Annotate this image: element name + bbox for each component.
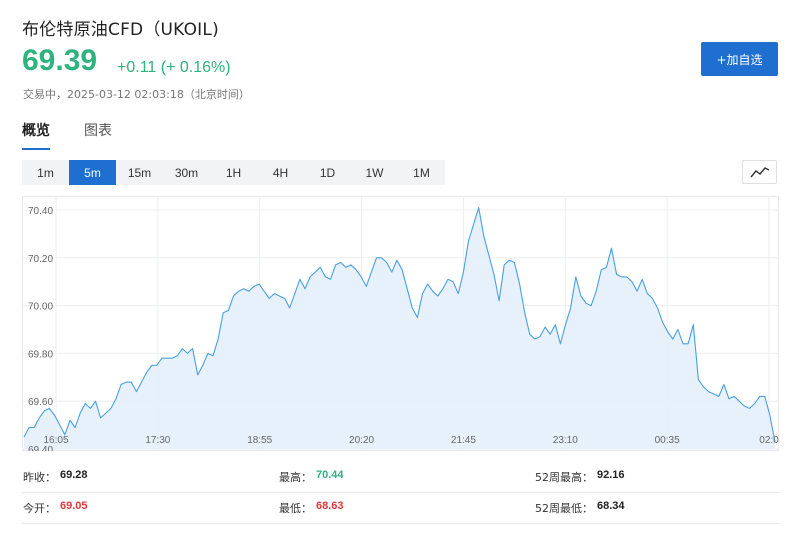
period-30m[interactable]: 30m: [163, 160, 210, 185]
stat-value: 68.34: [597, 500, 625, 512]
period-1w[interactable]: 1W: [351, 160, 398, 185]
x-tick-label: 17:30: [145, 435, 170, 446]
y-tick-label: 70.40: [28, 206, 53, 217]
stat-label: 最低：: [279, 502, 312, 515]
instrument-title: 布伦特原油CFD（UKOIL): [22, 20, 219, 40]
stats-row: 昨收： 69.28 最高： 70.44 52周最高： 92.16: [22, 462, 779, 493]
period-1h[interactable]: 1H: [210, 160, 257, 185]
y-tick-label: 69.60: [28, 397, 53, 408]
stat-high: 最高： 70.44: [279, 469, 344, 485]
period-5m[interactable]: 5m: [69, 160, 116, 185]
x-tick-label: 16:05: [43, 435, 68, 446]
x-tick-label: 02:0: [759, 435, 779, 446]
add-to-watchlist-button[interactable]: +加自选: [701, 42, 778, 76]
stat-52w-high: 52周最高： 92.16: [535, 469, 625, 485]
stat-value: 70.44: [316, 469, 344, 481]
trading-status: 交易中，2025-03-12 02:03:18（北京时间）: [23, 88, 250, 101]
tab-overview[interactable]: 概览: [22, 120, 50, 150]
stat-label: 昨收：: [23, 471, 56, 484]
line-chart-icon: [749, 167, 769, 178]
stat-label: 52周最低：: [535, 502, 593, 515]
tab-chart[interactable]: 图表: [84, 120, 114, 150]
chart-type-button[interactable]: [742, 160, 777, 184]
period-1d[interactable]: 1D: [304, 160, 351, 185]
last-price: 69.39: [22, 44, 98, 77]
y-tick-label: 70.00: [28, 302, 53, 313]
stat-open: 今开： 69.05: [23, 500, 88, 516]
period-1mo[interactable]: 1M: [398, 160, 445, 185]
stats-row: 今开： 69.05 最低： 68.63 52周最低： 68.34: [22, 493, 779, 524]
period-1m[interactable]: 1m: [22, 160, 69, 185]
y-tick-label: 69.80: [28, 349, 53, 360]
stats-table: 昨收： 69.28 最高： 70.44 52周最高： 92.16 今开： 69.…: [22, 462, 779, 524]
stat-label: 52周最高：: [535, 471, 593, 484]
stat-low: 最低： 68.63: [279, 500, 344, 516]
stat-label: 最高：: [279, 471, 312, 484]
period-15m[interactable]: 15m: [116, 160, 163, 185]
stat-value: 69.05: [60, 500, 88, 512]
stat-value: 69.28: [60, 469, 88, 481]
x-tick-label: 20:20: [349, 435, 374, 446]
stat-value: 92.16: [597, 469, 625, 481]
period-selector: 1m 5m 15m 30m 1H 4H 1D 1W 1M: [22, 160, 445, 185]
stat-prev-close: 昨收： 69.28: [23, 469, 88, 485]
x-tick-label: 18:55: [247, 435, 272, 446]
x-tick-label: 00:35: [655, 435, 680, 446]
x-tick-label: 23:10: [553, 435, 578, 446]
y-tick-label: 70.20: [28, 254, 53, 265]
period-4h[interactable]: 4H: [257, 160, 304, 185]
x-tick-label: 21:45: [451, 435, 476, 446]
price-change: +0.11 (+ 0.16%): [117, 59, 231, 76]
price-chart[interactable]: 70.4070.2070.0069.8069.6069.4016:05 17:30…: [22, 196, 779, 451]
stat-label: 今开：: [23, 502, 56, 515]
stat-52w-low: 52周最低： 68.34: [535, 500, 625, 516]
stat-value: 68.63: [316, 500, 344, 512]
